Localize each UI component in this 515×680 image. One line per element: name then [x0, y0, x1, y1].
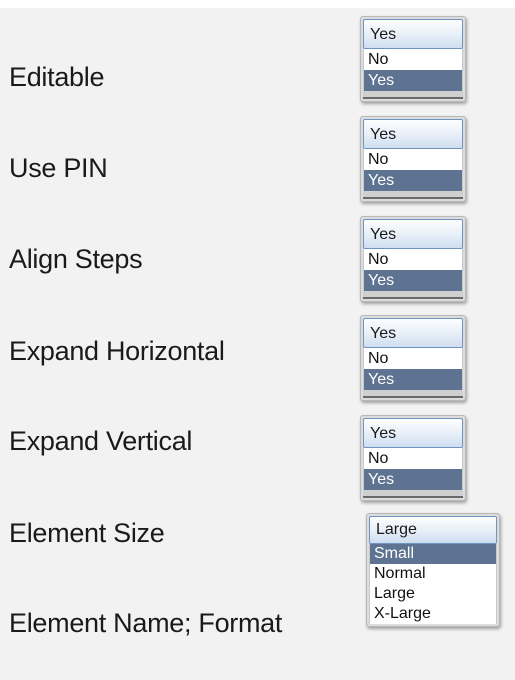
align-steps-dropdown[interactable]: Yes No Yes — [360, 216, 466, 302]
option-normal[interactable]: Normal — [370, 564, 496, 584]
option-x-large[interactable]: X-Large — [370, 604, 496, 624]
dropdown-list-bottom — [363, 490, 463, 498]
expand-vertical-label: Expand Vertical — [9, 426, 193, 456]
option-yes[interactable]: Yes — [364, 369, 462, 390]
option-no[interactable]: No — [364, 49, 462, 70]
expand-vertical-dropdown[interactable]: Yes No Yes — [360, 415, 466, 501]
option-small[interactable]: Small — [370, 544, 496, 564]
dropdown-list-bottom — [363, 191, 463, 199]
use-pin-dropdown[interactable]: Yes No Yes — [360, 116, 466, 202]
dropdown-list-bottom — [363, 291, 463, 299]
option-yes[interactable]: Yes — [364, 270, 462, 291]
align-steps-options-list: No Yes — [363, 249, 463, 291]
expand-horizontal-dropdown[interactable]: Yes No Yes — [360, 315, 466, 401]
element-size-selected-value[interactable]: Large — [369, 516, 497, 544]
expand-horizontal-options-list: No Yes — [363, 348, 463, 390]
use-pin-label: Use PIN — [9, 153, 108, 183]
element-name-format-label: Element Name; Format — [9, 608, 283, 638]
dropdown-list-bottom — [363, 390, 463, 398]
element-size-label: Element Size — [9, 518, 165, 548]
expand-vertical-options-list: No Yes — [363, 448, 463, 490]
use-pin-selected-value[interactable]: Yes — [363, 119, 463, 149]
use-pin-options-list: No Yes — [363, 149, 463, 191]
element-size-dropdown[interactable]: Large Small Normal Large X-Large — [366, 513, 500, 627]
editable-selected-value[interactable]: Yes — [363, 19, 463, 49]
expand-vertical-selected-value[interactable]: Yes — [363, 418, 463, 448]
editable-options-list: No Yes — [363, 49, 463, 91]
option-yes[interactable]: Yes — [364, 70, 462, 91]
option-large[interactable]: Large — [370, 584, 496, 604]
option-yes[interactable]: Yes — [364, 469, 462, 490]
properties-panel: Editable Yes No Yes Use PIN Yes No Yes A… — [0, 8, 515, 680]
dropdown-list-bottom — [363, 91, 463, 99]
editable-label: Editable — [9, 62, 105, 92]
option-no[interactable]: No — [364, 348, 462, 369]
element-size-options-list: Small Normal Large X-Large — [369, 544, 497, 624]
option-no[interactable]: No — [364, 149, 462, 170]
editable-dropdown[interactable]: Yes No Yes — [360, 16, 466, 102]
option-no[interactable]: No — [364, 448, 462, 469]
option-no[interactable]: No — [364, 249, 462, 270]
expand-horizontal-label: Expand Horizontal — [9, 336, 225, 366]
align-steps-selected-value[interactable]: Yes — [363, 219, 463, 249]
align-steps-label: Align Steps — [9, 244, 143, 274]
option-yes[interactable]: Yes — [364, 170, 462, 191]
expand-horizontal-selected-value[interactable]: Yes — [363, 318, 463, 348]
